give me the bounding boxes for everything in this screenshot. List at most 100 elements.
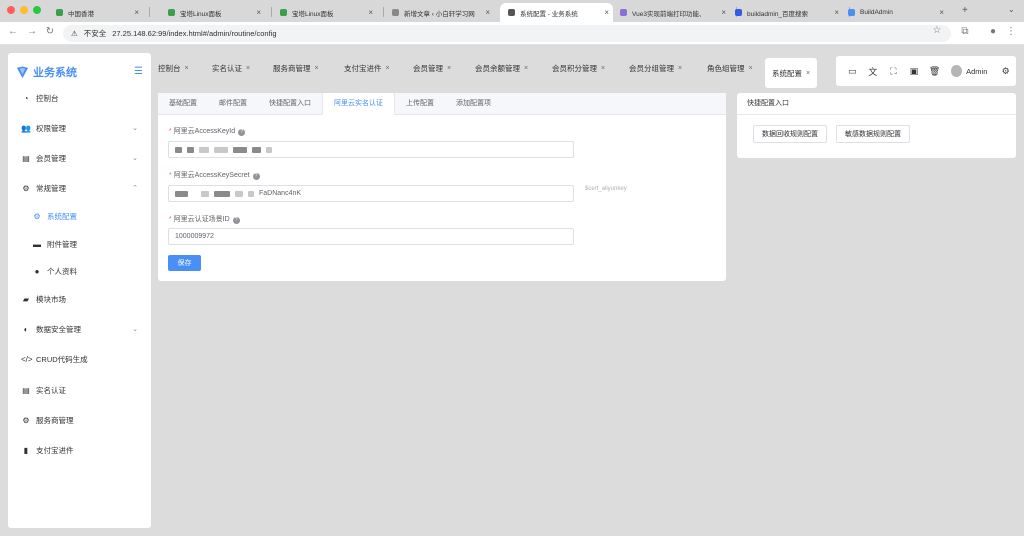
sidebar-item[interactable]: ◔ 控制台 xyxy=(8,87,151,109)
close-tab-icon[interactable]: × xyxy=(834,8,839,17)
maximize-window-dot[interactable] xyxy=(33,6,41,14)
fullscreen-icon[interactable]: ⛶ xyxy=(883,66,904,77)
reload-icon[interactable]: ↻ xyxy=(43,26,57,37)
nav-tab[interactable]: 控制台 × xyxy=(151,53,196,83)
nav-tab[interactable]: 服务商管理 × xyxy=(266,53,326,83)
sidebar-item[interactable]: ⚙ 服务商管理 xyxy=(8,409,151,431)
favicon-icon xyxy=(56,9,63,16)
nav-tab-label: 服务商管理 xyxy=(273,63,311,73)
close-window-dot[interactable] xyxy=(7,6,15,14)
close-tab-icon[interactable]: × xyxy=(246,65,250,72)
nav-tabs: 控制台 × 实名认证 × 服务商管理 × 支付宝进件 × 会员管理 × 会员余额管理 × 会员积分管理 ×… xyxy=(151,53,831,88)
sidebar-item[interactable]: ⚙ 系统配置 xyxy=(8,205,151,227)
nav-tab[interactable]: 会员余额管理 × xyxy=(468,53,535,83)
nav-tab[interactable]: 角色组管理 × xyxy=(700,53,760,83)
settings-gears-icon[interactable]: ⚙ xyxy=(995,66,1016,77)
accesskeyid-input[interactable] xyxy=(168,141,574,158)
nav-tab[interactable]: 支付宝进件 × xyxy=(337,53,397,83)
save-button[interactable]: 保存 xyxy=(168,255,201,271)
sidebar-item[interactable]: ◐ 数据安全管理 ⌄ xyxy=(8,318,151,340)
close-tab-icon[interactable]: × xyxy=(939,8,944,17)
nav-tab[interactable]: 会员分组管理 × xyxy=(622,53,689,83)
close-tab-icon[interactable]: × xyxy=(447,65,451,72)
bookmark-star-icon[interactable]: ☆ xyxy=(930,25,944,36)
close-tab-icon[interactable]: × xyxy=(678,65,682,72)
nav-tab-label: 会员积分管理 xyxy=(552,63,597,73)
close-tab-icon[interactable]: × xyxy=(524,65,528,72)
new-tab-button[interactable]: + xyxy=(962,5,968,16)
sceneid-value: 1000009972 xyxy=(175,233,214,240)
profile-icon[interactable]: ● xyxy=(986,26,1000,37)
sidebar-item[interactable]: </> CRUD代码生成 xyxy=(8,348,151,370)
close-tab-icon[interactable]: × xyxy=(134,8,139,17)
sceneid-input[interactable]: 1000009972 xyxy=(168,228,574,245)
close-tab-icon[interactable]: × xyxy=(485,8,490,17)
sidebar-item[interactable]: ▮ 支付宝进件 xyxy=(8,439,151,461)
browser-tab[interactable]: BuildAdmin × xyxy=(840,3,948,22)
config-tab[interactable]: 邮件配置 xyxy=(208,93,258,115)
sidebar-item-label: 个人资料 xyxy=(47,266,77,276)
config-tab[interactable]: 添加配置项 xyxy=(445,93,502,115)
monitor-icon[interactable]: ▭ xyxy=(842,66,863,77)
tab-list-chevron-icon[interactable]: ⌄ xyxy=(1008,5,1015,14)
sidebar-item[interactable]: ● 个人资料 xyxy=(8,260,151,282)
accesskeysecret-input[interactable]: FaDNanc4nK xyxy=(168,185,574,202)
url-field[interactable]: ⚠ 不安全 27.25.148.62:99/index.html#/admin/… xyxy=(63,25,951,42)
sidebar-item[interactable]: ▬ 附件管理 xyxy=(8,233,151,255)
sidebar-item[interactable]: ▰ 模块市场 xyxy=(8,288,151,310)
browser-tab[interactable]: 宝塔Linux面板 × xyxy=(272,3,377,22)
sidebar-item-label: 支付宝进件 xyxy=(36,445,74,455)
close-tab-icon[interactable]: × xyxy=(315,65,319,72)
nav-tab-label: 系统配置 xyxy=(772,68,802,78)
nav-tab[interactable]: 会员管理 × xyxy=(406,53,458,83)
nav-tab[interactable]: 会员积分管理 × xyxy=(545,53,612,83)
browser-tab[interactable]: Vue3实现前端打印功能、 × xyxy=(612,3,730,22)
close-tab-icon[interactable]: × xyxy=(721,8,726,17)
browser-tab-title: 宝塔Linux面板 xyxy=(180,10,222,18)
browser-tab[interactable]: 中国香港 × xyxy=(48,3,143,22)
browser-tab-bar: 中国香港 × 宝塔Linux面板 × 宝塔Linux面板 × 新增文章 ‹ 小白轩学习网 × 系… xyxy=(0,0,1024,22)
close-tab-icon[interactable]: × xyxy=(185,65,189,72)
help-icon[interactable]: ? xyxy=(232,217,240,224)
config-tab[interactable]: 基础配置 xyxy=(158,93,208,115)
recycle-rule-config-button[interactable]: 数据回收规则配置 xyxy=(753,125,827,143)
sensitive-rule-config-button[interactable]: 敏感数据规则配置 xyxy=(836,125,910,143)
browser-tab[interactable]: 宝塔Linux面板 × xyxy=(160,3,265,22)
close-tab-icon[interactable]: × xyxy=(601,65,605,72)
config-tab[interactable]: 快捷配置入口 xyxy=(258,93,322,115)
nav-tab[interactable]: 实名认证 × xyxy=(205,53,257,83)
config-tab[interactable]: 上传配置 xyxy=(395,93,445,115)
close-tab-icon[interactable]: × xyxy=(386,65,390,72)
back-icon[interactable]: ← xyxy=(6,26,20,37)
nav-tab[interactable]: 系统配置 × xyxy=(765,58,818,88)
help-icon[interactable]: ? xyxy=(238,129,246,136)
browser-tab[interactable]: 新增文章 ‹ 小白轩学习网 × xyxy=(384,3,494,22)
folder-icon: ▬ xyxy=(33,239,41,249)
translate-icon[interactable]: 文 xyxy=(863,65,884,78)
terminal-icon[interactable]: ▣ xyxy=(904,66,925,77)
browser-tab[interactable]: buildadmin_百度搜索 × xyxy=(727,3,843,22)
sidebar-item[interactable]: ▤ 会员管理 ⌄ xyxy=(8,147,151,169)
sidebar-item[interactable]: ⚙ 常规管理 ⌃ xyxy=(8,177,151,199)
forward-icon[interactable]: → xyxy=(25,26,39,37)
close-tab-icon[interactable]: × xyxy=(806,70,810,77)
username[interactable]: Admin xyxy=(966,67,987,76)
avatar[interactable] xyxy=(950,65,963,77)
close-tab-icon[interactable]: × xyxy=(604,8,609,17)
collapse-menu-icon[interactable]: ☰ xyxy=(134,66,143,77)
browser-menu-icon[interactable]: ⋮ xyxy=(1004,26,1018,37)
minimize-window-dot[interactable] xyxy=(20,6,28,14)
help-icon[interactable]: ? xyxy=(252,173,260,180)
close-tab-icon[interactable]: × xyxy=(368,8,373,17)
browser-tab[interactable]: 系统配置 - 业务系统 × xyxy=(500,3,613,22)
favicon-icon xyxy=(735,9,742,16)
extensions-icon[interactable]: ⧉ xyxy=(958,26,972,37)
trash-icon[interactable]: 🗑 xyxy=(924,66,945,77)
close-tab-icon[interactable]: × xyxy=(749,65,753,72)
sidebar: 业务系统 ☰ ◔ 控制台 👥 权限管理 ⌄ ▤ 会员管理 ⌄ ⚙ 常规管理 ⌃ ⚙ 系统配置 ▬ 附件管理 ●… xyxy=(8,53,151,528)
sidebar-item[interactable]: ▤ 实名认证 xyxy=(8,379,151,401)
close-tab-icon[interactable]: × xyxy=(256,8,261,17)
sidebar-item[interactable]: 👥 权限管理 ⌄ xyxy=(8,117,151,139)
quick-config-title: 快捷配置入口 xyxy=(737,93,1016,115)
config-tab[interactable]: 阿里云实名认证 xyxy=(322,93,395,115)
